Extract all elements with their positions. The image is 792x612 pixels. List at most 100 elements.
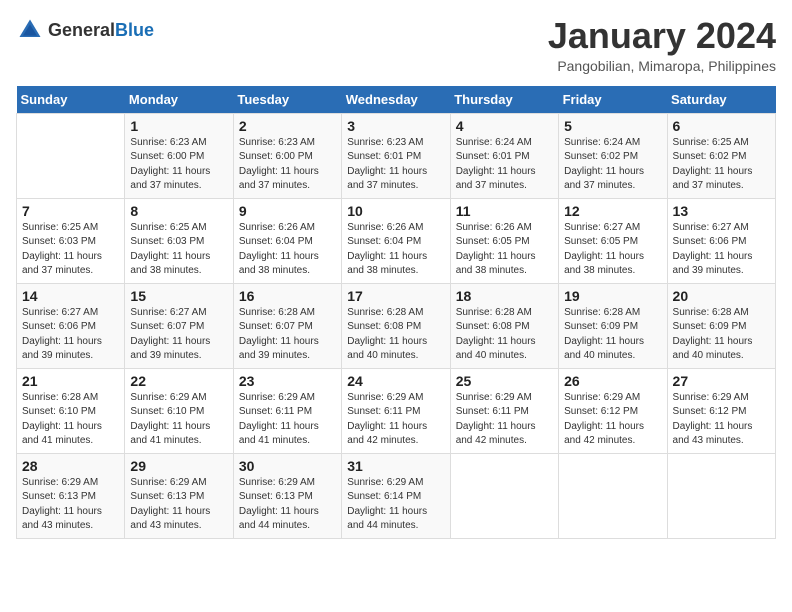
calendar-cell: 2 Sunrise: 6:23 AMSunset: 6:00 PMDaylight… (233, 113, 341, 198)
day-number: 22 (130, 373, 227, 389)
calendar-cell: 28 Sunrise: 6:29 AMSunset: 6:13 PMDayligh… (17, 453, 125, 538)
calendar-cell: 20 Sunrise: 6:28 AMSunset: 6:09 PMDayligh… (667, 283, 775, 368)
cell-detail: Sunrise: 6:26 AMSunset: 6:04 PMDaylight:… (347, 221, 444, 279)
day-header-tuesday: Tuesday (233, 86, 341, 114)
logo-general-text: General (48, 20, 115, 40)
logo-icon (16, 16, 44, 44)
cell-detail: Sunrise: 6:29 AMSunset: 6:10 PMDaylight:… (130, 391, 227, 449)
cell-detail: Sunrise: 6:29 AMSunset: 6:12 PMDaylight:… (673, 391, 770, 449)
calendar-cell: 11 Sunrise: 6:26 AMSunset: 6:05 PMDayligh… (450, 198, 558, 283)
subtitle: Pangobilian, Mimaropa, Philippines (548, 58, 776, 74)
calendar-cell: 19 Sunrise: 6:28 AMSunset: 6:09 PMDayligh… (559, 283, 667, 368)
calendar-cell: 30Sunrise: 6:29 AMSunset: 6:13 PMDayligh… (233, 453, 341, 538)
cell-detail: Sunrise: 6:29 AMSunset: 6:11 PMDaylight:… (456, 391, 553, 449)
cell-detail: Sunrise: 6:27 AMSunset: 6:06 PMDaylight:… (673, 221, 770, 279)
day-number: 1 (130, 118, 227, 134)
calendar-cell: 8 Sunrise: 6:25 AMSunset: 6:03 PMDaylight… (125, 198, 233, 283)
main-title: January 2024 (548, 16, 776, 56)
day-number: 9 (239, 203, 336, 219)
calendar-cell: 29 Sunrise: 6:29 AMSunset: 6:13 PMDayligh… (125, 453, 233, 538)
calendar-cell: 3Sunrise: 6:23 AMSunset: 6:01 PMDaylight… (342, 113, 450, 198)
day-number: 21 (22, 373, 119, 389)
day-header-monday: Monday (125, 86, 233, 114)
calendar-cell: 22 Sunrise: 6:29 AMSunset: 6:10 PMDayligh… (125, 368, 233, 453)
calendar-cell: 23 Sunrise: 6:29 AMSunset: 6:11 PMDayligh… (233, 368, 341, 453)
cell-detail: Sunrise: 6:29 AMSunset: 6:11 PMDaylight:… (239, 391, 336, 449)
cell-detail: Sunrise: 6:27 AMSunset: 6:07 PMDaylight:… (130, 306, 227, 364)
day-number: 31 (347, 458, 444, 474)
calendar-cell: 17 Sunrise: 6:28 AMSunset: 6:08 PMDayligh… (342, 283, 450, 368)
day-number: 14 (22, 288, 119, 304)
day-number: 26 (564, 373, 661, 389)
day-number: 7 (22, 203, 119, 219)
calendar-cell: 10 Sunrise: 6:26 AMSunset: 6:04 PMDayligh… (342, 198, 450, 283)
calendar-cell (450, 453, 558, 538)
cell-detail: Sunrise: 6:25 AMSunset: 6:03 PMDaylight:… (22, 221, 119, 279)
cell-detail: Sunrise: 6:29 AMSunset: 6:13 PMDaylight:… (130, 476, 227, 534)
cell-detail: Sunrise: 6:28 AMSunset: 6:09 PMDaylight:… (673, 306, 770, 364)
day-number: 25 (456, 373, 553, 389)
calendar-cell: 21 Sunrise: 6:28 AMSunset: 6:10 PMDayligh… (17, 368, 125, 453)
calendar-cell: 24Sunrise: 6:29 AMSunset: 6:11 PMDayligh… (342, 368, 450, 453)
calendar-cell (559, 453, 667, 538)
day-number: 15 (130, 288, 227, 304)
calendar-cell (17, 113, 125, 198)
day-number: 19 (564, 288, 661, 304)
day-number: 24 (347, 373, 444, 389)
header: GeneralBlue January 2024 Pangobilian, Mi… (16, 16, 776, 74)
day-number: 17 (347, 288, 444, 304)
calendar-cell: 7 Sunrise: 6:25 AMSunset: 6:03 PMDaylight… (17, 198, 125, 283)
day-header-saturday: Saturday (667, 86, 775, 114)
calendar-cell: 25 Sunrise: 6:29 AMSunset: 6:11 PMDayligh… (450, 368, 558, 453)
cell-detail: Sunrise: 6:23 AMSunset: 6:00 PMDaylight:… (239, 136, 336, 194)
day-number: 28 (22, 458, 119, 474)
calendar-cell: 26Sunrise: 6:29 AMSunset: 6:12 PMDayligh… (559, 368, 667, 453)
days-header-row: SundayMondayTuesdayWednesdayThursdayFrid… (17, 86, 776, 114)
day-number: 2 (239, 118, 336, 134)
calendar-cell: 31 Sunrise: 6:29 AMSunset: 6:14 PMDayligh… (342, 453, 450, 538)
cell-detail: Sunrise: 6:28 AMSunset: 6:08 PMDaylight:… (456, 306, 553, 364)
cell-detail: Sunrise: 6:23 AMSunset: 6:01 PMDaylight:… (347, 136, 444, 194)
day-number: 23 (239, 373, 336, 389)
calendar-cell: 18Sunrise: 6:28 AMSunset: 6:08 PMDayligh… (450, 283, 558, 368)
cell-detail: Sunrise: 6:29 AMSunset: 6:14 PMDaylight:… (347, 476, 444, 534)
cell-detail: Sunrise: 6:25 AMSunset: 6:02 PMDaylight:… (673, 136, 770, 194)
cell-detail: Sunrise: 6:28 AMSunset: 6:10 PMDaylight:… (22, 391, 119, 449)
day-number: 10 (347, 203, 444, 219)
day-header-friday: Friday (559, 86, 667, 114)
cell-detail: Sunrise: 6:26 AMSunset: 6:05 PMDaylight:… (456, 221, 553, 279)
cell-detail: Sunrise: 6:28 AMSunset: 6:09 PMDaylight:… (564, 306, 661, 364)
calendar-cell: 4 Sunrise: 6:24 AMSunset: 6:01 PMDaylight… (450, 113, 558, 198)
day-number: 30 (239, 458, 336, 474)
day-header-thursday: Thursday (450, 86, 558, 114)
calendar-cell: 14Sunrise: 6:27 AMSunset: 6:06 PMDayligh… (17, 283, 125, 368)
day-number: 29 (130, 458, 227, 474)
calendar-cell (667, 453, 775, 538)
cell-detail: Sunrise: 6:23 AMSunset: 6:00 PMDaylight:… (130, 136, 227, 194)
cell-detail: Sunrise: 6:27 AMSunset: 6:05 PMDaylight:… (564, 221, 661, 279)
calendar-cell: 5Sunrise: 6:24 AMSunset: 6:02 PMDaylight… (559, 113, 667, 198)
day-number: 6 (673, 118, 770, 134)
calendar-cell: 13 Sunrise: 6:27 AMSunset: 6:06 PMDayligh… (667, 198, 775, 283)
day-number: 8 (130, 203, 227, 219)
cell-detail: Sunrise: 6:28 AMSunset: 6:08 PMDaylight:… (347, 306, 444, 364)
title-area: January 2024 Pangobilian, Mimaropa, Phil… (548, 16, 776, 74)
day-number: 4 (456, 118, 553, 134)
calendar-cell: 12 Sunrise: 6:27 AMSunset: 6:05 PMDayligh… (559, 198, 667, 283)
cell-detail: Sunrise: 6:29 AMSunset: 6:13 PMDaylight:… (22, 476, 119, 534)
week-row-2: 7 Sunrise: 6:25 AMSunset: 6:03 PMDaylight… (17, 198, 776, 283)
logo-blue-text: Blue (115, 20, 154, 40)
day-number: 12 (564, 203, 661, 219)
day-number: 11 (456, 203, 553, 219)
cell-detail: Sunrise: 6:24 AMSunset: 6:01 PMDaylight:… (456, 136, 553, 194)
calendar-cell: 27Sunrise: 6:29 AMSunset: 6:12 PMDayligh… (667, 368, 775, 453)
cell-detail: Sunrise: 6:25 AMSunset: 6:03 PMDaylight:… (130, 221, 227, 279)
calendar-cell: 1 Sunrise: 6:23 AMSunset: 6:00 PMDaylight… (125, 113, 233, 198)
day-number: 20 (673, 288, 770, 304)
calendar-cell: 15 Sunrise: 6:27 AMSunset: 6:07 PMDayligh… (125, 283, 233, 368)
week-row-4: 21 Sunrise: 6:28 AMSunset: 6:10 PMDayligh… (17, 368, 776, 453)
day-number: 13 (673, 203, 770, 219)
day-number: 16 (239, 288, 336, 304)
cell-detail: Sunrise: 6:26 AMSunset: 6:04 PMDaylight:… (239, 221, 336, 279)
calendar-cell: 6 Sunrise: 6:25 AMSunset: 6:02 PMDaylight… (667, 113, 775, 198)
